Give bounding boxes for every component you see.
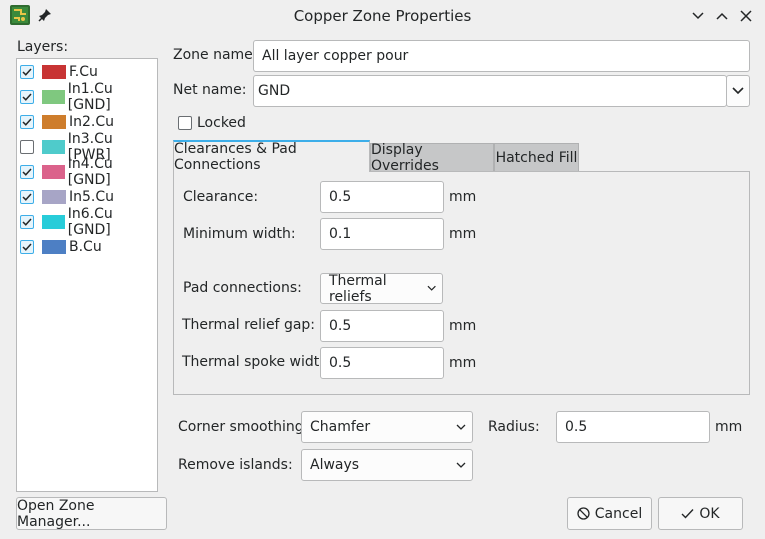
min-width-input[interactable]: 0.1 bbox=[320, 218, 444, 250]
layer-checkbox[interactable] bbox=[20, 215, 34, 229]
relief-gap-input[interactable]: 0.5 bbox=[320, 310, 444, 342]
spoke-width-label: Thermal spoke width: bbox=[182, 354, 333, 370]
layer-label: In1.Cu [GND] bbox=[67, 81, 113, 113]
layer-row[interactable]: In6.Cu [GND] bbox=[20, 206, 157, 238]
relief-gap-unit: mm bbox=[449, 318, 477, 334]
layer-color-swatch bbox=[41, 90, 65, 104]
layer-label: In6.Cu [GND] bbox=[67, 206, 113, 238]
locked-label: Locked bbox=[197, 115, 246, 131]
close-icon[interactable] bbox=[736, 6, 756, 26]
layer-row[interactable]: In1.Cu [GND] bbox=[20, 81, 157, 113]
clearance-unit: mm bbox=[449, 189, 477, 205]
layer-checkbox[interactable] bbox=[20, 240, 34, 254]
window-title: Copper Zone Properties bbox=[293, 7, 472, 25]
relief-gap-value: 0.5 bbox=[329, 318, 352, 334]
open-zone-manager-button[interactable]: Open Zone Manager... bbox=[16, 497, 167, 530]
tab-display-overrides[interactable]: Display Overrides bbox=[370, 142, 494, 174]
layer-checkbox[interactable] bbox=[20, 140, 34, 154]
layer-label: In5.Cu bbox=[69, 189, 115, 205]
radius-value: 0.5 bbox=[565, 419, 588, 435]
radius-label: Radius: bbox=[488, 419, 540, 435]
layer-checkbox[interactable] bbox=[20, 65, 34, 79]
layer-color-swatch bbox=[41, 140, 65, 154]
chevron-down-icon bbox=[427, 285, 436, 291]
spoke-width-unit: mm bbox=[449, 355, 477, 371]
min-width-label: Minimum width: bbox=[183, 226, 296, 242]
remove-islands-label: Remove islands: bbox=[178, 457, 293, 473]
layer-label: B.Cu bbox=[69, 239, 102, 255]
tab-clearances-label: Clearances & Pad Connections bbox=[174, 141, 297, 173]
layer-label: F.Cu bbox=[69, 64, 98, 80]
checkmark-icon bbox=[681, 509, 694, 519]
zone-name-label: Zone name: bbox=[173, 47, 258, 63]
pad-connections-select[interactable]: Thermal reliefs bbox=[320, 272, 443, 305]
corner-smoothing-select[interactable]: Chamfer bbox=[301, 411, 473, 443]
radius-unit: mm bbox=[715, 419, 743, 435]
cancel-button[interactable]: Cancel bbox=[567, 497, 652, 530]
min-width-unit: mm bbox=[449, 226, 477, 242]
chevron-down-icon bbox=[456, 462, 466, 468]
min-width-value: 0.1 bbox=[329, 226, 352, 242]
remove-islands-select[interactable]: Always bbox=[301, 449, 473, 481]
clearance-label: Clearance: bbox=[183, 189, 259, 205]
net-name-input[interactable]: GND bbox=[253, 75, 727, 107]
net-name-label: Net name: bbox=[173, 82, 247, 98]
corner-smoothing-value: Chamfer bbox=[310, 419, 371, 435]
layer-color-swatch bbox=[42, 240, 66, 254]
chevron-down-icon bbox=[456, 424, 466, 430]
layer-checkbox[interactable] bbox=[20, 165, 34, 179]
tab-hatched-fill[interactable]: Hatched Fill bbox=[494, 143, 579, 172]
open-zone-manager-label: Open Zone Manager... bbox=[17, 497, 95, 530]
pad-connections-value: Thermal reliefs bbox=[329, 272, 387, 305]
net-dropdown-button[interactable] bbox=[726, 75, 750, 107]
clearance-value: 0.5 bbox=[329, 189, 352, 205]
ok-label: OK bbox=[699, 505, 720, 522]
layer-color-swatch bbox=[42, 190, 66, 204]
remove-islands-value: Always bbox=[310, 457, 360, 473]
spoke-width-input[interactable]: 0.5 bbox=[320, 347, 444, 379]
layer-label: In2.Cu bbox=[69, 114, 115, 130]
cancel-icon bbox=[577, 507, 590, 520]
spoke-width-value: 0.5 bbox=[329, 355, 352, 371]
cancel-label: Cancel bbox=[594, 505, 643, 522]
layer-color-swatch bbox=[41, 215, 65, 229]
tab-clearances[interactable]: Clearances & Pad Connections bbox=[173, 140, 370, 173]
corner-smoothing-label: Corner smoothing: bbox=[178, 419, 309, 435]
relief-gap-label: Thermal relief gap: bbox=[182, 317, 316, 333]
layer-row[interactable]: In4.Cu [GND] bbox=[20, 156, 157, 188]
zone-name-input[interactable]: All layer copper pour bbox=[253, 40, 750, 72]
layer-color-swatch bbox=[42, 115, 66, 129]
locked-checkbox[interactable] bbox=[178, 116, 192, 130]
tab-hatched-fill-label: Hatched Fill bbox=[495, 150, 578, 166]
minimize-icon[interactable] bbox=[688, 6, 708, 26]
radius-input[interactable]: 0.5 bbox=[556, 411, 710, 443]
chevron-down-icon bbox=[732, 87, 744, 95]
layer-color-swatch bbox=[41, 165, 65, 179]
layer-checkbox[interactable] bbox=[20, 90, 34, 104]
net-name-value: GND bbox=[258, 83, 291, 99]
layer-checkbox[interactable] bbox=[20, 115, 34, 129]
layer-label: In4.Cu [GND] bbox=[67, 156, 113, 188]
maximize-icon[interactable] bbox=[712, 6, 732, 26]
tab-display-overrides-label: Display Overrides bbox=[371, 142, 439, 174]
layer-row[interactable]: B.Cu bbox=[20, 235, 102, 259]
layer-checkbox[interactable] bbox=[20, 190, 34, 204]
clearance-input[interactable]: 0.5 bbox=[320, 181, 444, 213]
ok-button[interactable]: OK bbox=[658, 497, 743, 530]
layer-color-swatch bbox=[42, 65, 66, 79]
layers-label: Layers: bbox=[17, 39, 69, 55]
layers-list[interactable]: F.Cu In1.Cu [GND] In2.Cu In3.Cu [PWR] In4.Cu… bbox=[16, 58, 158, 492]
zone-name-value: All layer copper pour bbox=[262, 48, 409, 64]
pad-connections-label: Pad connections: bbox=[183, 280, 302, 296]
